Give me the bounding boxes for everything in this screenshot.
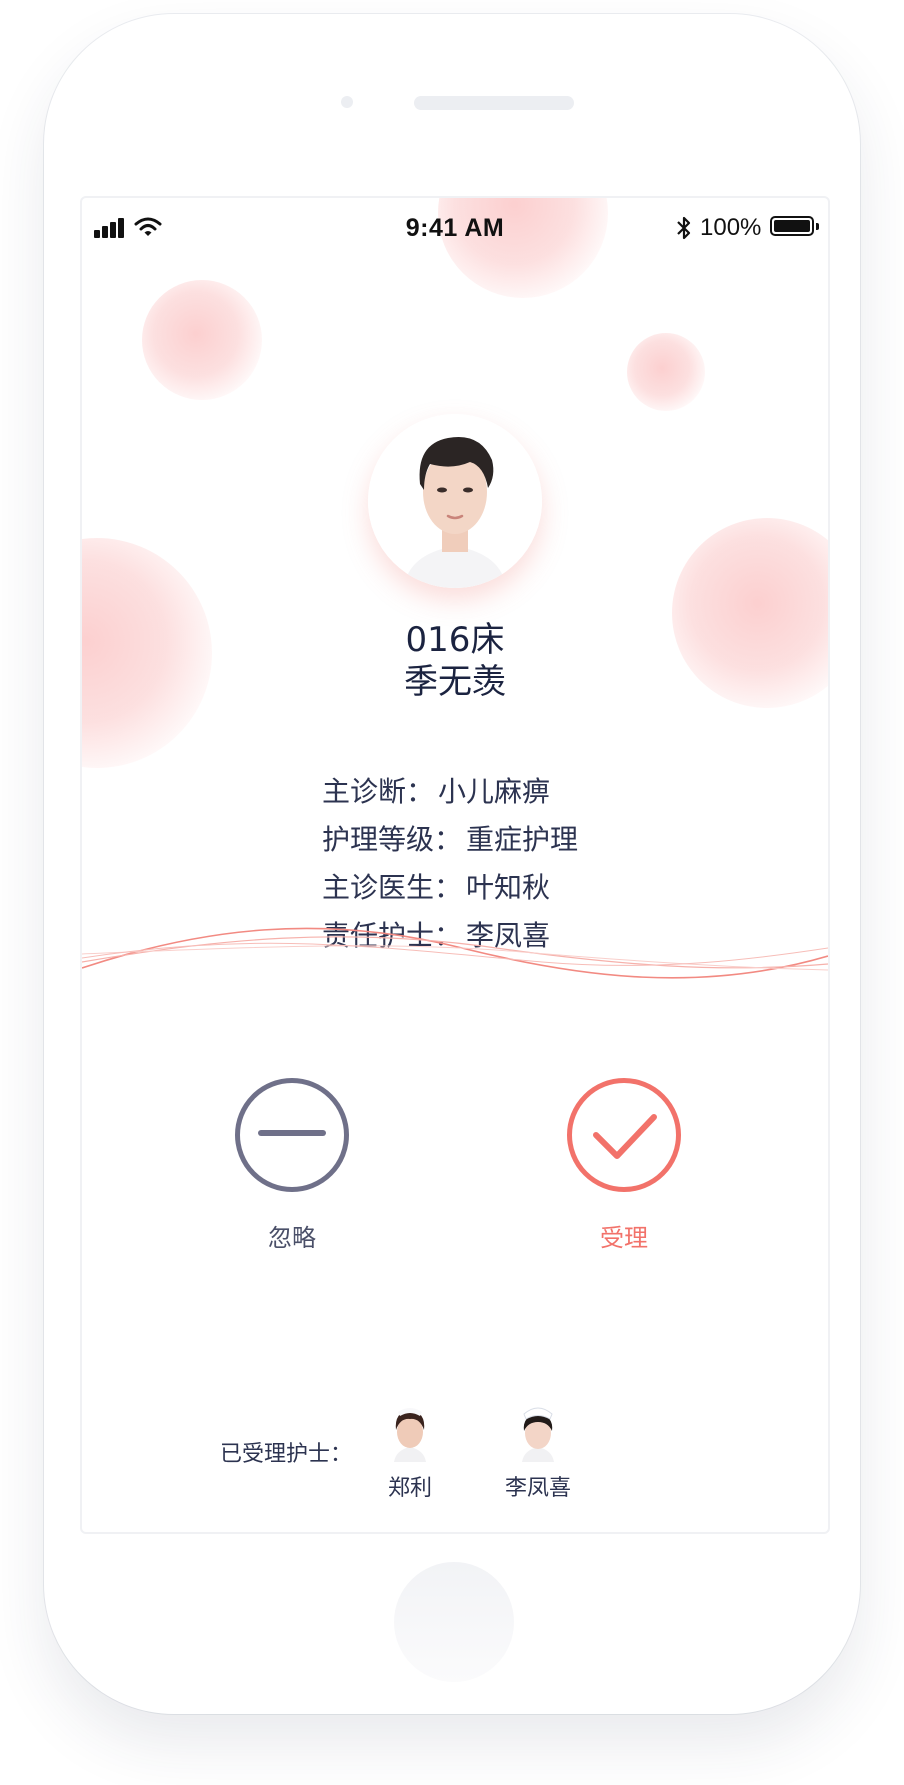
nurse-name: 郑利 bbox=[387, 1476, 432, 1501]
info-label: 主诊断： bbox=[322, 775, 435, 808]
nurse-avatar bbox=[384, 1400, 436, 1462]
patient-name: 季无羡 bbox=[404, 662, 506, 702]
info-row-doctor: 主诊医生： 叶知秋 bbox=[322, 864, 722, 912]
status-bar: 9:41 AM 100% bbox=[82, 198, 828, 258]
home-button[interactable] bbox=[394, 1562, 514, 1682]
info-label: 护理等级： bbox=[322, 823, 463, 856]
info-value: 小儿麻痹 bbox=[438, 775, 551, 808]
battery-tip bbox=[816, 223, 819, 230]
battery-percentage: 100% bbox=[700, 214, 762, 241]
accepted-nurses-label: 已受理护士： bbox=[220, 1442, 353, 1467]
bed-number: 016床 bbox=[405, 620, 505, 660]
info-value: 叶知秋 bbox=[466, 871, 551, 904]
info-value: 重症护理 bbox=[466, 823, 579, 856]
info-row-care-level: 护理等级： 重症护理 bbox=[322, 816, 722, 864]
decor-bubble bbox=[142, 280, 262, 400]
check-circle-icon[interactable] bbox=[567, 1078, 681, 1192]
nurse-name: 李凤喜 bbox=[504, 1476, 571, 1501]
decor-waves bbox=[82, 927, 828, 979]
nurse-avatar bbox=[512, 1400, 564, 1462]
battery-icon bbox=[770, 216, 814, 236]
info-row-diagnosis: 主诊断： 小儿麻痹 bbox=[322, 768, 722, 816]
earpiece-speaker bbox=[414, 96, 574, 110]
patient-avatar bbox=[368, 414, 542, 588]
bluetooth-icon bbox=[677, 216, 691, 240]
accept-button[interactable]: 受理 bbox=[562, 1078, 686, 1253]
minus-circle-icon[interactable] bbox=[235, 1078, 349, 1192]
ignore-label[interactable]: 忽略 bbox=[230, 1218, 354, 1253]
accept-label[interactable]: 受理 bbox=[562, 1218, 686, 1253]
screen: 9:41 AM 100% 016床 季无羡 主诊断： 小儿麻痹 护理等级： 重症护 bbox=[80, 196, 830, 1534]
front-camera bbox=[341, 96, 353, 108]
nurse-item[interactable]: 李凤喜 bbox=[478, 1400, 598, 1502]
info-label: 主诊医生： bbox=[322, 871, 463, 904]
ignore-button[interactable]: 忽略 bbox=[230, 1078, 354, 1253]
decor-bubble bbox=[627, 333, 705, 411]
nurse-item[interactable]: 郑利 bbox=[350, 1400, 470, 1502]
